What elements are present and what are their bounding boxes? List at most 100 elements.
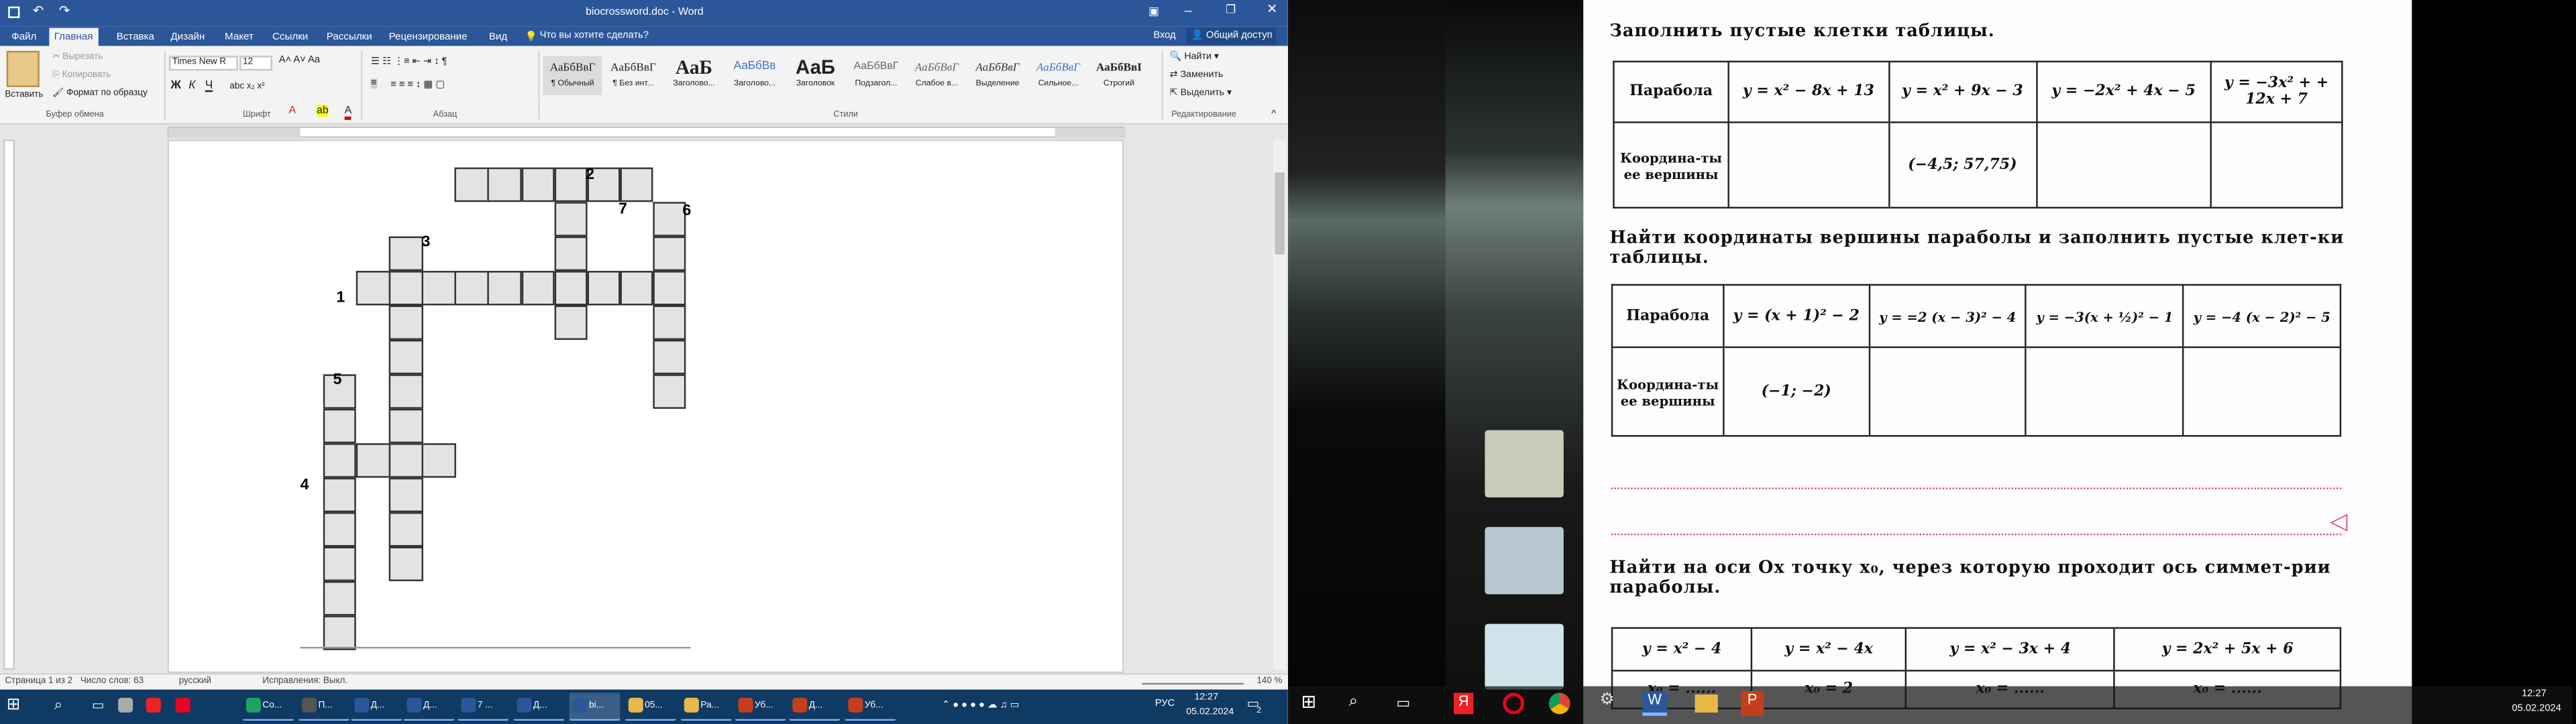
crossword-cell[interactable] [323,477,357,513]
style-item-1[interactable]: АаБбВвГ ¶ Обычный [543,56,602,96]
save-icon[interactable] [8,6,20,18]
word-window-active[interactable]: bi... [569,692,621,721]
style-item-4[interactable]: АаБбВв Заголово... [725,56,784,95]
crossword-cell[interactable] [323,615,357,650]
word-count[interactable]: Число слов: 63 [80,676,144,686]
crossword-cell[interactable] [455,271,489,306]
close-icon[interactable]: ✕ [1267,1,1277,16]
tray-icons[interactable]: ⌃ ● ● ● ● ☁ ♫ ▭ [942,699,1020,711]
clock-time[interactable]: 12:27 [1194,692,1218,703]
tell-me-input[interactable]: Что вы хотите сделать? [540,32,649,42]
crossword-cell[interactable] [553,202,588,237]
crossword-cell[interactable] [323,546,357,581]
powerpoint-icon[interactable]: P [1741,691,1764,716]
crossword-cell[interactable] [488,167,522,202]
page-count[interactable]: Страница 1 из 2 [5,676,72,686]
tab-home[interactable]: Главная [49,27,98,46]
crossword-cell[interactable] [356,443,390,478]
crossword-cell[interactable] [388,271,423,306]
select-button[interactable]: ⇱ Выделить ▾ [1170,88,1232,99]
color-swatch-1[interactable] [1485,430,1564,498]
font-size-select[interactable]: 12 [239,56,272,71]
explorer-window[interactable]: П... [299,692,350,721]
folder-window-1[interactable]: 05... [625,692,676,721]
opera-icon[interactable] [172,692,197,721]
crossword-cell[interactable] [388,512,423,547]
t1-value-2[interactable]: (−4,5; 57,75) [1887,121,2037,209]
pdf-window[interactable]: Д... [789,692,841,721]
zoom-slider[interactable] [1142,682,1244,685]
tab-mailings[interactable]: Рассылки [321,28,377,46]
redo-icon[interactable]: ↷ [59,3,70,18]
word-icon[interactable]: W [1642,691,1667,716]
list-icons[interactable]: ☰ ☷ ⋮≡ ⇤ ⇥ ↕ ¶ [371,56,447,68]
tab-file[interactable]: Файл [7,28,42,46]
settings-icon[interactable]: ⚙ [1600,691,1615,709]
bold-button[interactable]: Ж [170,80,180,92]
crossword-cell[interactable] [488,271,522,306]
color-swatch-2[interactable] [1485,527,1564,595]
word-window-1[interactable]: Д... [351,692,402,721]
copilot-icon[interactable] [115,692,140,721]
folder-icon[interactable] [1695,694,1718,713]
start-icon[interactable]: ⊞ [7,696,21,714]
grow-font-icon[interactable]: A˄ A˅ Aa [279,56,320,66]
language[interactable]: русский [179,676,211,686]
t2-value-3[interactable] [2025,346,2184,437]
crossword-cell[interactable] [653,271,687,306]
t1-value-4[interactable] [2210,121,2343,209]
font-color-icon[interactable]: A [288,105,296,117]
word-window-4[interactable]: Д... [513,692,565,721]
collapse-ribbon-icon[interactable]: ^ [1271,110,1276,120]
folder-window-2[interactable]: Ра... [680,692,732,721]
undo-icon[interactable]: ↶ [33,3,44,18]
search-icon[interactable]: ⌕ [54,696,62,714]
tab-review[interactable]: Рецензирование [384,28,472,46]
style-item-5[interactable]: АаБ Заголовок [786,56,845,95]
paste-label[interactable]: Вставить [5,90,43,101]
opera-icon[interactable] [1503,692,1525,715]
t2-value-1[interactable]: (−1; −2) [1723,346,1870,437]
align-icons[interactable]: ≡ ≡ ≡ ↕ ▦ ▢ [390,79,445,90]
t1-value-3[interactable] [2035,121,2212,209]
crossword-cell[interactable] [422,271,456,306]
task-view-icon[interactable]: ▭ [1396,695,1410,713]
crossword-cell[interactable] [388,443,423,478]
crossword-cell[interactable] [388,477,423,513]
tab-insert[interactable]: Вставка [111,28,159,46]
crossword-cell[interactable] [653,305,687,340]
style-item-8[interactable]: АаБбВвГ Выделение [968,56,1027,95]
ribbon-options-icon[interactable]: ▣ [1148,5,1159,18]
vertical-scrollbar[interactable] [1273,139,1287,670]
share-button[interactable]: 👤 Общий доступ [1186,27,1277,45]
style-item-9[interactable]: АаБбВвГ Сильное... [1028,56,1087,95]
tab-design[interactable]: Дизайн [166,28,210,46]
bookmark-arrow-icon[interactable]: ◁ [2330,509,2347,535]
t2-value-2[interactable] [1868,346,2027,437]
crossword-cell[interactable] [388,408,423,444]
crossword-cell[interactable] [619,271,654,306]
crossword-cell[interactable] [586,271,621,306]
crossword-cell[interactable] [323,443,357,478]
zoom-level[interactable]: 140 % [1256,676,1282,686]
crossword-cell[interactable] [323,408,357,444]
replace-button[interactable]: ⇄ Заменить [1170,70,1224,80]
font-name-select[interactable]: Times New R [168,56,238,71]
clock-time[interactable]: 12:27 [2522,690,2546,700]
ppt-window-2[interactable]: Уб... [845,692,896,721]
crossword-cell[interactable] [388,374,423,409]
search-icon[interactable]: ⌕ [1348,692,1358,711]
scrollbar-thumb[interactable] [1275,172,1285,255]
crossword-cell[interactable] [521,271,555,306]
crossword-cell[interactable] [356,271,390,306]
italic-button[interactable]: К [189,80,195,92]
crossword-cell[interactable] [422,443,456,478]
copy-button[interactable]: ⎘ Копировать [52,70,111,82]
minimize-icon[interactable]: – [1185,3,1192,18]
style-item-2[interactable]: АаБбВвГ ¶ Без инт... [604,56,663,95]
text-color-icon[interactable]: A [344,105,352,120]
crossword-cell[interactable] [653,374,687,409]
cut-button[interactable]: ✂ Вырезать [52,52,103,62]
word-window-3[interactable]: 7 ... [458,692,509,721]
word-window-2[interactable]: Д... [403,692,455,721]
